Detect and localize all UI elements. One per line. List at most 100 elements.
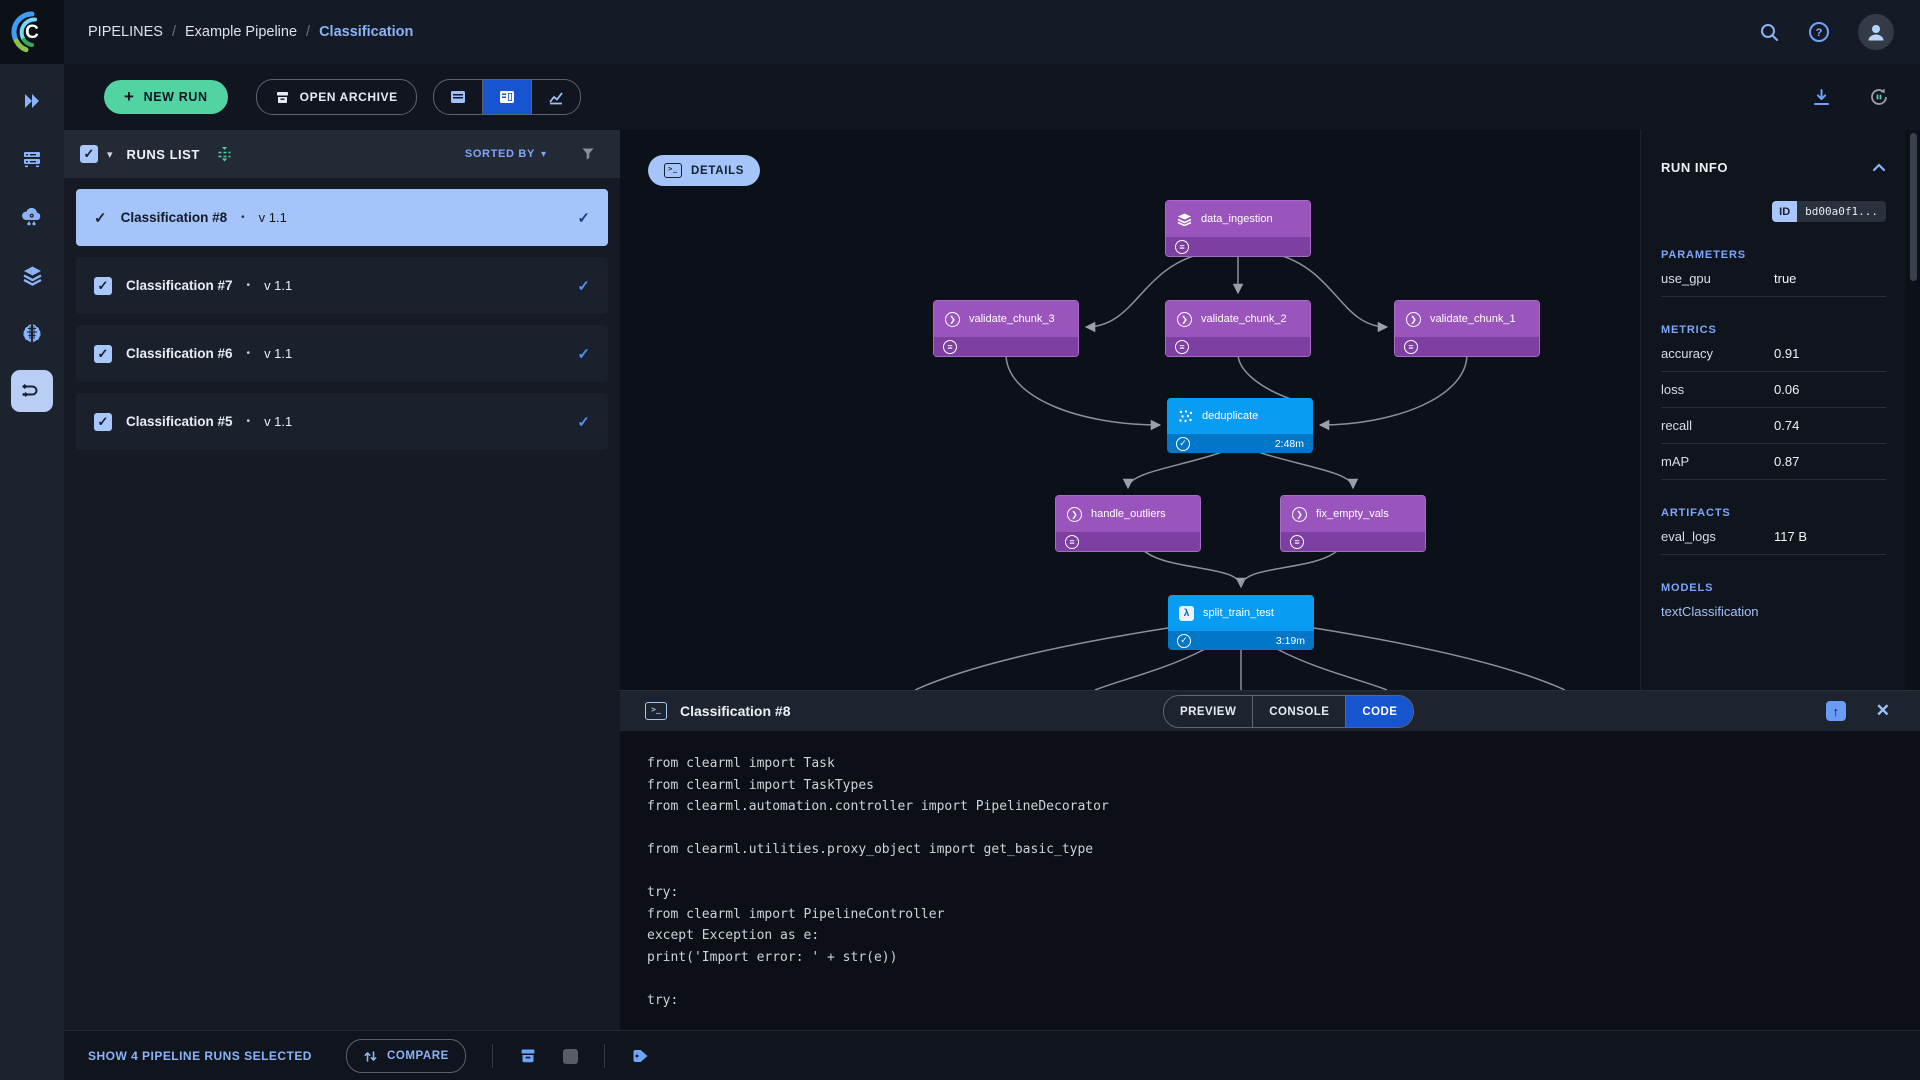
model-row[interactable]: textClassification (1661, 594, 1886, 629)
sidebar-item-projects[interactable] (11, 80, 53, 122)
menu-circle-icon[interactable]: ≡ (943, 339, 957, 354)
dag-node-fix-empty-vals[interactable]: ❯ fix_empty_vals ≡ (1280, 495, 1426, 552)
run-row-classification-7[interactable]: ✓ Classification #7 • v 1.1 ✓ (76, 257, 608, 314)
pipeline-dag-canvas[interactable]: >_ DETAILS data_ingestion ≡ ❯ validate_c… (620, 130, 1640, 690)
split-view-icon (499, 91, 514, 103)
compare-button[interactable]: COMPARE (345, 1039, 466, 1073)
breadcrumb-project[interactable]: Example Pipeline (185, 24, 297, 40)
menu-circle-icon[interactable]: ≡ (1175, 339, 1189, 354)
node-label: validate_chunk_3 (969, 313, 1055, 325)
run-row-classification-5[interactable]: ✓ Classification #5 • v 1.1 ✓ (76, 393, 608, 450)
svg-text:C: C (25, 22, 39, 43)
select-dropdown-caret[interactable]: ▾ (107, 148, 113, 161)
menu-circle-icon[interactable]: ≡ (1175, 239, 1189, 254)
collapse-rows-icon[interactable] (216, 146, 233, 163)
abort-selected-icon[interactable] (562, 1048, 578, 1064)
code-line: from clearml.automation.controller impor… (647, 799, 1109, 814)
open-archive-button[interactable]: OPEN ARCHIVE (255, 79, 417, 115)
sidebar-item-autoscalers[interactable] (11, 196, 53, 238)
row-checkbox[interactable]: ✓ (94, 344, 112, 363)
tab-console[interactable]: CONSOLE (1253, 696, 1347, 727)
double-chevron-icon (25, 94, 39, 108)
menu-circle-icon[interactable]: ≡ (1290, 534, 1304, 549)
layers-icon (22, 266, 42, 286)
run-id-chip[interactable]: ID bd00a0f1... (1772, 201, 1886, 222)
run-info-panel: RUN INFO ID bd00a0f1... PARAMETERS use_g… (1640, 130, 1906, 690)
code-block[interactable]: from clearml import Task from clearml im… (620, 731, 1920, 1011)
right-panel-scrollbar[interactable] (1907, 130, 1920, 690)
close-panel-icon[interactable]: ✕ (1876, 701, 1890, 721)
breadcrumb-root[interactable]: PIPELINES (88, 24, 163, 40)
node-label: validate_chunk_2 (1201, 313, 1287, 325)
breadcrumb: PIPELINES / Example Pipeline / Classific… (88, 24, 413, 40)
chart-view-toggle[interactable] (532, 80, 580, 114)
split-view-toggle[interactable] (482, 80, 532, 114)
add-tag-icon[interactable] (631, 1047, 650, 1065)
selection-count-text[interactable]: SHOW 4 PIPELINE RUNS SELECTED (88, 1049, 312, 1063)
sidebar-item-workers-queues[interactable] (11, 138, 53, 180)
metric-key: loss (1661, 382, 1685, 397)
download-icon[interactable] (1811, 87, 1832, 108)
node-label: data_ingestion (1201, 213, 1273, 225)
sorted-by-caret[interactable]: ▾ (541, 149, 546, 160)
sidebar-item-models[interactable] (11, 312, 53, 354)
node-label: split_train_test (1203, 607, 1274, 619)
row-checkbox[interactable]: ✓ (94, 276, 112, 295)
run-version: v 1.1 (258, 210, 287, 225)
dag-node-split-train-test[interactable]: λ split_train_test ✓ 3:19m (1168, 595, 1314, 650)
run-name: Classification #7 (126, 278, 233, 293)
user-avatar[interactable] (1858, 14, 1894, 50)
tab-code[interactable]: CODE (1346, 696, 1414, 727)
sorted-by-control[interactable]: SORTED BY (465, 148, 535, 160)
param-key: use_gpu (1661, 271, 1711, 286)
search-icon[interactable] (1759, 22, 1780, 43)
menu-circle-icon[interactable]: ≡ (1065, 534, 1079, 549)
expand-panel-icon[interactable]: ↑ (1825, 701, 1846, 721)
node-duration: 2:48m (1274, 437, 1304, 450)
dataset-icon (1177, 213, 1192, 226)
run-row-classification-8[interactable]: ✓ Classification #8 • v 1.1 ✓ (76, 189, 608, 246)
new-run-button[interactable]: + NEW RUN (104, 80, 228, 114)
node-label: handle_outliers (1091, 508, 1166, 520)
tab-preview[interactable]: PREVIEW (1164, 696, 1254, 727)
table-view-toggle[interactable] (434, 80, 483, 114)
details-button[interactable]: >_ DETAILS (648, 155, 761, 186)
chevron-up-icon[interactable] (1872, 163, 1886, 172)
node-label: fix_empty_vals (1316, 508, 1389, 520)
auto-refresh-icon[interactable] (1868, 86, 1890, 108)
row-selected-check-icon: ✓ (94, 209, 107, 227)
node-label: validate_chunk_1 (1430, 313, 1516, 325)
select-all-checkbox[interactable]: ✓ (80, 145, 98, 163)
dag-node-validate-chunk-2[interactable]: ❯ validate_chunk_2 ≡ (1165, 300, 1311, 357)
model-name-link[interactable]: textClassification (1661, 604, 1759, 619)
clearml-logo[interactable]: C (0, 0, 64, 64)
chevron-circle-icon: ❯ (1292, 506, 1307, 522)
artifacts-section-title: ARTIFACTS (1661, 507, 1731, 519)
dag-node-validate-chunk-1[interactable]: ❯ validate_chunk_1 ≡ (1394, 300, 1540, 357)
menu-circle-icon[interactable]: ≡ (1404, 339, 1418, 354)
run-version: v 1.1 (264, 278, 293, 293)
help-icon[interactable]: ? (1808, 21, 1830, 43)
status-check-circle-icon: ✓ (1176, 436, 1190, 451)
person-icon (1868, 25, 1884, 41)
dag-node-handle-outliers[interactable]: ❯ handle_outliers ≡ (1055, 495, 1201, 552)
clearml-logo-icon: C (11, 11, 39, 53)
dag-node-validate-chunk-3[interactable]: ❯ validate_chunk_3 ≡ (933, 300, 1079, 357)
table-view-icon (450, 91, 465, 103)
archive-icon (276, 91, 288, 103)
archive-selected-icon[interactable] (519, 1047, 537, 1065)
terminal-icon: >_ (664, 163, 682, 178)
new-run-label: NEW RUN (143, 90, 208, 104)
run-row-classification-6[interactable]: ✓ Classification #6 • v 1.1 ✓ (76, 325, 608, 382)
dag-node-deduplicate[interactable]: deduplicate ✓ 2:48m (1167, 398, 1313, 453)
scrollbar-thumb[interactable] (1910, 133, 1917, 281)
chart-view-icon (549, 92, 563, 105)
dag-node-data-ingestion[interactable]: data_ingestion ≡ (1165, 200, 1311, 257)
sidebar-item-datasets[interactable] (11, 254, 53, 296)
sidebar-item-pipelines[interactable] (11, 370, 53, 412)
run-status-check-icon: ✓ (577, 209, 590, 227)
filter-funnel-icon[interactable] (580, 146, 596, 162)
toolbar-right-actions (1811, 86, 1890, 108)
row-checkbox[interactable]: ✓ (94, 412, 112, 431)
